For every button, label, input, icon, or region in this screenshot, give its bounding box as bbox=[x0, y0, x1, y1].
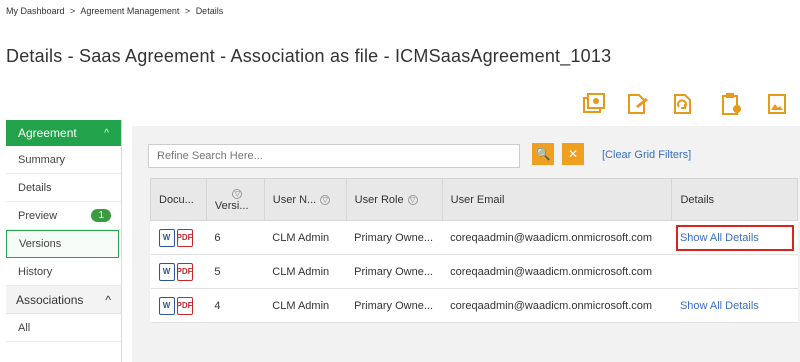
filter-icon[interactable]: ▽ bbox=[320, 194, 331, 205]
sidebar-item-label: Versions bbox=[19, 238, 62, 250]
user-name-cell: CLM Admin bbox=[264, 288, 347, 323]
close-icon: ✕ bbox=[567, 147, 579, 161]
document-cell: W PDF bbox=[150, 288, 207, 323]
action-toolbar bbox=[578, 92, 800, 118]
image-document-icon[interactable] bbox=[764, 92, 790, 116]
sidebar: Agreement ^ Summary Details Preview 1 Ve… bbox=[6, 120, 122, 362]
search-icon: 🔍 bbox=[535, 147, 551, 161]
show-all-details-link[interactable]: Show All Details bbox=[680, 232, 759, 244]
sidebar-group-label: Associations bbox=[16, 292, 84, 307]
breadcrumb-details: Details bbox=[195, 6, 224, 16]
sidebar-header-agreement[interactable]: Agreement ^ bbox=[6, 120, 121, 146]
search-button[interactable]: 🔍 bbox=[532, 143, 554, 165]
pdf-document-icon[interactable]: PDF bbox=[176, 296, 193, 315]
column-header-user-role[interactable]: User Role ▽ bbox=[345, 178, 443, 221]
sidebar-item-details[interactable]: Details bbox=[6, 174, 121, 202]
search-input[interactable] bbox=[148, 144, 520, 168]
sidebar-item-history[interactable]: History bbox=[6, 258, 121, 286]
table-row: W PDF 4 CLM Admin Primary Owne... coreqaa… bbox=[150, 288, 798, 323]
edit-document-icon[interactable] bbox=[624, 92, 650, 116]
clear-search-button[interactable]: ✕ bbox=[562, 143, 584, 165]
sidebar-item-label: Preview bbox=[18, 209, 58, 222]
pdf-document-icon[interactable]: PDF bbox=[176, 262, 193, 281]
version-cell: 6 bbox=[206, 220, 265, 255]
version-cell: 5 bbox=[206, 254, 265, 289]
word-document-icon[interactable]: W bbox=[158, 228, 175, 247]
versions-panel: 🔍 ✕ [Clear Grid Filters] Docu... ▽ Versi… bbox=[132, 126, 800, 362]
user-email-cell: coreqaadmin@waadicm.onmicrosoft.com bbox=[442, 220, 672, 255]
sidebar-group-associations[interactable]: Associations ^ bbox=[6, 286, 121, 314]
details-cell bbox=[671, 254, 798, 289]
column-header-details[interactable]: Details bbox=[671, 178, 798, 221]
user-email-cell: coreqaadmin@waadicm.onmicrosoft.com bbox=[442, 288, 672, 323]
column-header-user-name[interactable]: User N... ▽ bbox=[263, 178, 347, 221]
document-cell: W PDF bbox=[150, 254, 207, 289]
user-email-cell: coreqaadmin@waadicm.onmicrosoft.com bbox=[442, 254, 672, 289]
page-title: Details - Saas Agreement - Association a… bbox=[6, 46, 612, 66]
filter-icon[interactable]: ▽ bbox=[232, 188, 243, 199]
sidebar-item-summary[interactable]: Summary bbox=[6, 146, 121, 174]
refresh-document-icon[interactable] bbox=[670, 92, 696, 116]
clear-grid-filters-link[interactable]: [Clear Grid Filters] bbox=[602, 149, 691, 161]
user-role-cell: Primary Owne... bbox=[346, 220, 443, 255]
column-header-version[interactable]: ▽ Versi... bbox=[205, 178, 265, 221]
sidebar-item-all[interactable]: All bbox=[6, 314, 121, 342]
version-cell: 4 bbox=[206, 288, 265, 323]
table-header-row: Docu... ▽ Versi... User N... ▽ User Role ▽… bbox=[150, 178, 798, 221]
breadcrumb-separator: > bbox=[184, 6, 191, 16]
show-all-details-link[interactable]: Show All Details bbox=[680, 300, 759, 312]
document-cell: W PDF bbox=[150, 220, 207, 255]
agreement-copy-icon[interactable] bbox=[580, 92, 606, 116]
chevron-up-icon: ^ bbox=[104, 127, 109, 139]
column-header-user-email[interactable]: User Email bbox=[441, 178, 673, 221]
details-cell: Show All Details bbox=[671, 220, 798, 255]
column-header-document[interactable]: Docu... bbox=[150, 178, 207, 221]
details-cell: Show All Details bbox=[671, 288, 798, 323]
breadcrumb-dashboard[interactable]: My Dashboard bbox=[6, 6, 65, 16]
table-row: W PDF 6 CLM Admin Primary Owne... coreqaa… bbox=[150, 220, 798, 255]
word-document-icon[interactable]: W bbox=[158, 296, 175, 315]
word-document-icon[interactable]: W bbox=[158, 262, 175, 281]
filter-icon[interactable]: ▽ bbox=[407, 194, 418, 205]
sidebar-item-versions[interactable]: Versions bbox=[6, 230, 119, 258]
sidebar-item-label: Details bbox=[18, 181, 52, 194]
user-role-cell: Primary Owne... bbox=[346, 254, 443, 289]
pdf-document-icon[interactable]: PDF bbox=[176, 228, 193, 247]
breadcrumb-separator: > bbox=[70, 6, 76, 16]
sidebar-item-label: All bbox=[18, 321, 31, 334]
sidebar-item-preview[interactable]: Preview 1 bbox=[6, 202, 121, 230]
count-badge: 1 bbox=[91, 209, 111, 222]
versions-table: Docu... ▽ Versi... User N... ▽ User Role ▽… bbox=[150, 178, 798, 323]
user-name-cell: CLM Admin bbox=[264, 220, 347, 255]
sidebar-item-label: Summary bbox=[18, 153, 66, 166]
sidebar-item-label: History bbox=[18, 265, 53, 278]
breadcrumb-agreement-management[interactable]: Agreement Management bbox=[80, 6, 179, 16]
chevron-up-icon: ^ bbox=[105, 292, 111, 307]
clipboard-icon[interactable] bbox=[718, 92, 744, 116]
sidebar-header-label: Agreement bbox=[18, 126, 77, 140]
table-row: W PDF 5 CLM Admin Primary Owne... coreqaa… bbox=[150, 254, 798, 289]
user-role-cell: Primary Owne... bbox=[346, 288, 443, 323]
breadcrumb: My Dashboard > Agreement Management > De… bbox=[6, 6, 223, 16]
user-name-cell: CLM Admin bbox=[264, 254, 347, 289]
